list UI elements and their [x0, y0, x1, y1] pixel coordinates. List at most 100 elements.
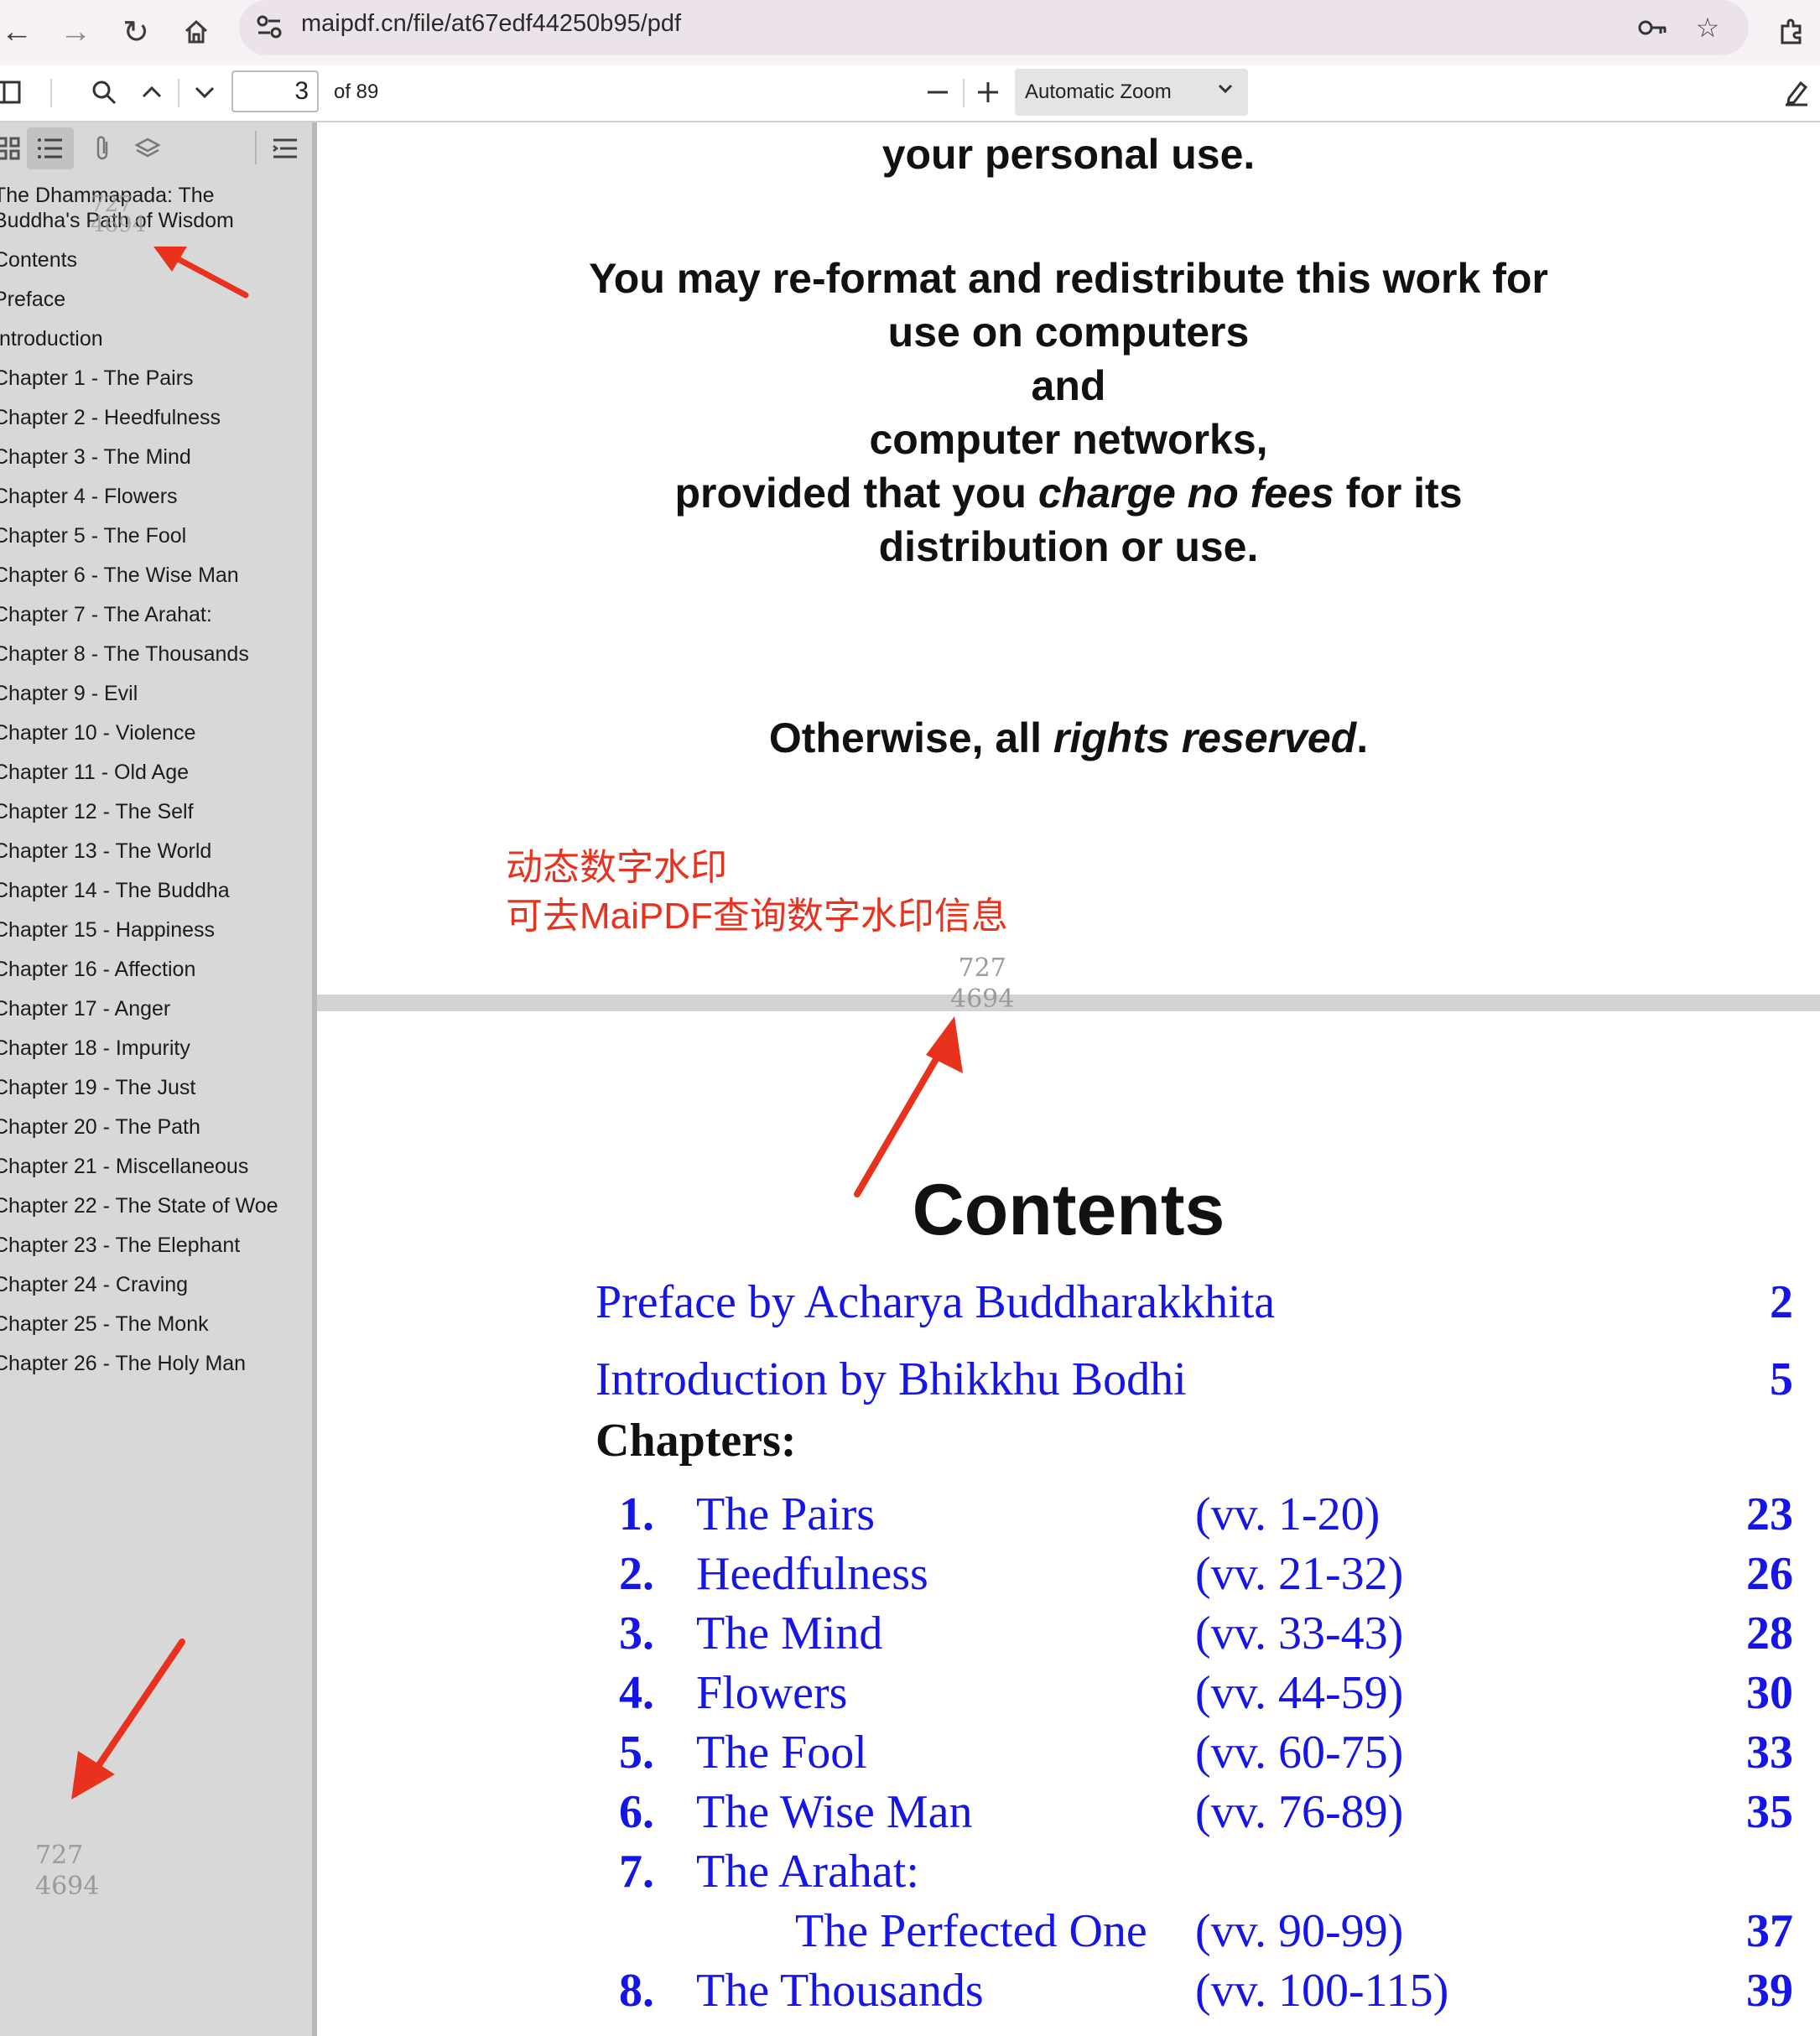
outline-item-contents[interactable]: Contents [0, 247, 77, 273]
outline-item-chapter-21[interactable]: Chapter 21 - Miscellaneous [0, 1154, 248, 1179]
watermark-line: 4694 [91, 212, 147, 237]
outline-item-chapter-7[interactable]: Chapter 7 - The Arahat: [0, 602, 212, 627]
toolbar-divider [50, 79, 52, 107]
page2-line: use on computers [887, 309, 1250, 356]
chapter-title[interactable]: The Wise Man [696, 1785, 973, 1839]
page-watermark: 727 4694 [950, 953, 1014, 1015]
outline-item-chapter-26[interactable]: Chapter 26 - The Holy Man [0, 1351, 246, 1376]
chapter-title[interactable]: The Mind [696, 1607, 882, 1660]
toolbar-divider [963, 79, 965, 107]
chapter-page[interactable]: 23 [1659, 1488, 1793, 1541]
toc-chapter-row[interactable]: 4. Flowers (vv. 44-59) 30 [317, 1666, 1820, 1725]
toc-chapter-row[interactable]: 6. The Wise Man (vv. 76-89) 35 [317, 1785, 1820, 1844]
find-search-icon[interactable] [84, 72, 124, 112]
outline-item-chapter-1[interactable]: Chapter 1 - The Pairs [0, 366, 194, 391]
outline-item-preface[interactable]: Preface [0, 287, 65, 312]
chapter-number: 7. [619, 1846, 654, 1898]
outline-item-chapter-22[interactable]: Chapter 22 - The State of Woe [0, 1193, 278, 1218]
zoom-select[interactable]: Automatic Zoom [1015, 69, 1248, 116]
sidebar-toggle-icon[interactable] [0, 72, 29, 112]
toc-chapter-row[interactable]: 3. The Mind (vv. 33-43) 28 [317, 1607, 1820, 1665]
outline-item-chapter-19[interactable]: Chapter 19 - The Just [0, 1075, 195, 1100]
chapter-title[interactable]: The Thousands [696, 1964, 984, 2018]
layers-icon[interactable] [124, 127, 171, 169]
outline-item-chapter-16[interactable]: Chapter 16 - Affection [0, 957, 195, 982]
chapter-title[interactable]: Heedfulness [696, 1547, 928, 1601]
outline-item-chapter-14[interactable]: Chapter 14 - The Buddha [0, 878, 230, 903]
back-arrow-icon[interactable]: ← [0, 7, 42, 57]
toc-link-preface[interactable]: Preface by Acharya Buddharakkhita [595, 1275, 1275, 1329]
toc-page-introduction[interactable]: 5 [1659, 1353, 1793, 1406]
current-outline-item-icon[interactable] [262, 127, 309, 169]
reload-icon[interactable]: ↻ [111, 7, 161, 57]
chapter-page[interactable]: 37 [1659, 1904, 1793, 1958]
sidebar-tabs [0, 122, 312, 173]
attachments-paperclip-icon[interactable] [79, 127, 126, 169]
outline-list-icon[interactable] [27, 127, 74, 169]
outline-item-chapter-25[interactable]: Chapter 25 - The Monk [0, 1311, 209, 1337]
site-info-icon[interactable] [252, 10, 286, 44]
url-text[interactable]: maipdf.cn/file/at67edf44250b95/pdf [301, 10, 681, 38]
outline-item-chapter-11[interactable]: Chapter 11 - Old Age [0, 760, 189, 785]
outline-item-chapter-12[interactable]: Chapter 12 - The Self [0, 799, 194, 824]
outline-item-chapter-6[interactable]: Chapter 6 - The Wise Man [0, 563, 239, 588]
outline-item-chapter-15[interactable]: Chapter 15 - Happiness [0, 917, 215, 943]
toc-chapter-row[interactable]: 7. The Arahat: [317, 1845, 1820, 1904]
pdf-viewer-container[interactable]: your personal use. You may re-format and… [317, 122, 1820, 2036]
outline-item-chapter-17[interactable]: Chapter 17 - Anger [0, 996, 170, 1021]
chapter-title[interactable]: The Arahat: [696, 1845, 919, 1898]
address-bar[interactable]: maipdf.cn/file/at67edf44250b95/pdf ☆ [239, 0, 1749, 55]
home-icon[interactable] [171, 7, 221, 57]
chapter-page[interactable]: 33 [1659, 1726, 1793, 1779]
previous-page-icon[interactable] [132, 72, 172, 112]
page-number-input[interactable] [231, 70, 319, 112]
outline-item-chapter-23[interactable]: Chapter 23 - The Elephant [0, 1233, 240, 1258]
chapter-page[interactable]: 39 [1659, 1964, 1793, 2018]
zoom-out-icon[interactable] [918, 72, 958, 112]
outline-item-chapter-8[interactable]: Chapter 8 - The Thousands [0, 641, 249, 667]
toc-chapter-row[interactable]: The Perfected One (vv. 90-99) 37 [317, 1904, 1820, 1963]
chapter-title[interactable]: Flowers [696, 1666, 847, 1720]
chapter-number: 6. [619, 1786, 654, 1838]
chapter-verses: (vv. 33-43) [1195, 1608, 1404, 1659]
password-key-icon[interactable] [1631, 7, 1673, 49]
chapter-title[interactable]: The Pairs [696, 1488, 875, 1541]
outline-item-chapter-24[interactable]: Chapter 24 - Craving [0, 1272, 188, 1297]
toc-chapter-row[interactable]: 2. Heedfulness (vv. 21-32) 26 [317, 1547, 1820, 1606]
chapter-page[interactable]: 30 [1659, 1666, 1793, 1720]
zoom-select-value: Automatic Zoom [1025, 81, 1172, 103]
chevron-down-icon [1214, 77, 1236, 105]
watermark-note-line: 可去MaiPDF查询数字水印信息 [506, 896, 1008, 937]
outline-item-chapter-20[interactable]: Chapter 20 - The Path [0, 1114, 200, 1140]
outline-item-chapter-18[interactable]: Chapter 18 - Impurity [0, 1036, 190, 1061]
chapter-page[interactable]: 28 [1659, 1607, 1793, 1660]
toc-chapter-row[interactable]: 5. The Fool (vv. 60-75) 33 [317, 1726, 1820, 1784]
chapter-title[interactable]: The Perfected One [795, 1904, 1147, 1958]
toc-link-introduction[interactable]: Introduction by Bhikkhu Bodhi [595, 1353, 1187, 1406]
chapter-page[interactable]: 35 [1659, 1785, 1793, 1839]
outline-item-chapter-13[interactable]: Chapter 13 - The World [0, 839, 211, 864]
chapter-title[interactable]: The Fool [696, 1726, 867, 1779]
outline-item-chapter-9[interactable]: Chapter 9 - Evil [0, 681, 138, 706]
edit-pen-icon[interactable] [1776, 72, 1817, 112]
toc-chapter-row[interactable]: 8. The Thousands (vv. 100-115) 39 [317, 1964, 1820, 2023]
chapter-verses: (vv. 1-20) [1195, 1488, 1381, 1540]
chapter-verses: (vv. 76-89) [1195, 1786, 1404, 1838]
outline-item-chapter-10[interactable]: Chapter 10 - Violence [0, 720, 195, 745]
text-span-italic: charge no fees [1037, 470, 1334, 517]
chapter-page[interactable]: 26 [1659, 1547, 1793, 1601]
outline-item-introduction[interactable]: Introduction [0, 326, 103, 351]
extensions-icon[interactable] [1766, 7, 1817, 57]
watermark-line: 4694 [950, 984, 1015, 1014]
page2-line: computer networks, [869, 416, 1268, 463]
outline-item-chapter-5[interactable]: Chapter 5 - The Fool [0, 523, 186, 548]
toc-chapter-row[interactable]: 1. The Pairs (vv. 1-20) 23 [317, 1488, 1820, 1546]
forward-arrow-icon[interactable]: → [50, 7, 101, 57]
outline-item-chapter-2[interactable]: Chapter 2 - Heedfulness [0, 405, 221, 430]
next-page-icon[interactable] [185, 72, 225, 112]
toc-page-preface[interactable]: 2 [1659, 1275, 1793, 1329]
bookmark-star-icon[interactable]: ☆ [1687, 7, 1729, 49]
zoom-in-icon[interactable] [968, 72, 1008, 112]
outline-item-chapter-3[interactable]: Chapter 3 - The Mind [0, 444, 191, 470]
outline-item-chapter-4[interactable]: Chapter 4 - Flowers [0, 484, 178, 509]
